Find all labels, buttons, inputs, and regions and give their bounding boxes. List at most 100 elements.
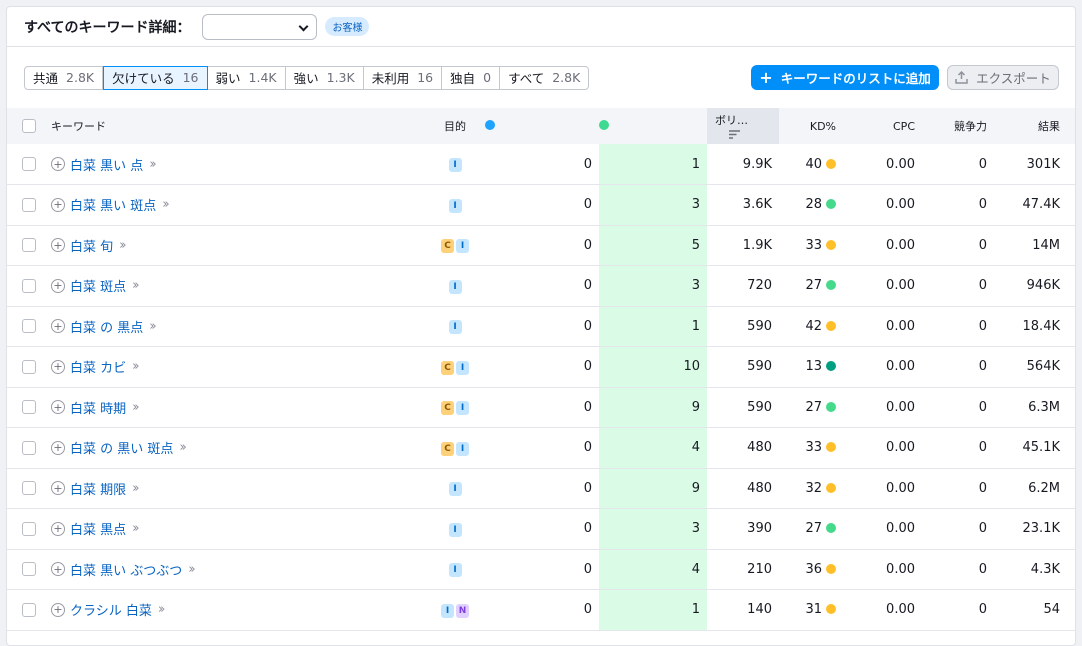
results-cell: 946K	[1026, 278, 1060, 294]
kd-cell: 27	[779, 387, 850, 428]
filter-tab-4[interactable]: 未利用 16	[364, 66, 443, 89]
double-chevron-right-icon[interactable]: ››	[132, 521, 140, 536]
double-chevron-right-icon[interactable]: ››	[149, 157, 157, 172]
domain2-position: 1	[599, 306, 707, 347]
panel-title: すべてのキーワード詳細：	[24, 19, 191, 36]
row-checkbox[interactable]	[22, 238, 36, 253]
domain2-dot	[599, 119, 609, 130]
filter-tab-2[interactable]: 弱い 1.4K	[208, 66, 286, 89]
add-to-keyword-list-button[interactable]: + キーワードのリストに追加	[751, 65, 939, 90]
domain-dropdown[interactable]	[202, 13, 318, 40]
filter-count: 2.8K	[552, 70, 581, 85]
add-keyword-icon[interactable]: +	[51, 481, 65, 496]
row-checkbox[interactable]	[22, 319, 36, 334]
double-chevron-right-icon[interactable]: ››	[132, 278, 140, 293]
cpc-cell: 0.00	[886, 197, 915, 213]
cpc-cell: 0.00	[886, 440, 915, 456]
results-cell: 6.2M	[1028, 480, 1060, 496]
add-keyword-icon[interactable]: +	[51, 278, 65, 293]
double-chevron-right-icon[interactable]: ››	[149, 319, 157, 334]
add-keyword-icon[interactable]: +	[51, 238, 65, 253]
volume-cell: 140	[747, 602, 772, 618]
keyword-link[interactable]: 白菜 旬	[70, 236, 113, 255]
intent-cell: I	[431, 549, 479, 590]
row-checkbox[interactable]	[22, 440, 36, 455]
keyword-link[interactable]: 白菜 時期	[70, 398, 126, 417]
column-header-cpc[interactable]: CPC	[850, 108, 922, 144]
keyword-link[interactable]: クラシル 白菜	[70, 600, 152, 619]
double-chevron-right-icon[interactable]: ››	[119, 238, 127, 253]
double-chevron-right-icon[interactable]: ››	[162, 197, 170, 212]
select-all-checkbox[interactable]	[22, 119, 36, 133]
export-button[interactable]: エクスポート	[947, 65, 1059, 90]
row-checkbox[interactable]	[22, 359, 36, 374]
add-keyword-icon[interactable]: +	[51, 359, 65, 374]
double-chevron-right-icon[interactable]: ››	[158, 602, 166, 617]
row-checkbox[interactable]	[22, 197, 36, 212]
row-checkbox[interactable]	[22, 481, 36, 496]
double-chevron-right-icon[interactable]: ››	[179, 440, 187, 455]
double-chevron-right-icon[interactable]: ››	[188, 562, 196, 577]
keyword-link[interactable]: 白菜 の 黒点	[70, 317, 143, 336]
keyword-link[interactable]: 白菜 黒点	[70, 519, 126, 538]
add-keyword-icon[interactable]: +	[51, 602, 65, 617]
keyword-link[interactable]: 白菜 黒い ぶつぶつ	[70, 560, 182, 579]
row-checkbox[interactable]	[22, 602, 36, 617]
volume-cell: 590	[747, 318, 772, 334]
add-keyword-icon[interactable]: +	[51, 197, 65, 212]
row-checkbox[interactable]	[22, 278, 36, 293]
volume-cell: 480	[747, 480, 772, 496]
kd-cell: 32	[779, 468, 850, 509]
keyword-link[interactable]: 白菜 黒い 斑点	[70, 195, 156, 214]
domain1-dot	[485, 119, 495, 130]
column-header-competition[interactable]: 競争力	[922, 108, 994, 144]
competition-cell: 0	[978, 561, 987, 577]
add-keyword-icon[interactable]: +	[51, 319, 65, 334]
kd-dot	[826, 523, 836, 534]
double-chevron-right-icon[interactable]: ››	[132, 400, 140, 415]
keyword-link[interactable]: 白菜 カビ	[70, 357, 126, 376]
intent-badge-I: I	[456, 360, 469, 375]
row-checkbox[interactable]	[22, 562, 36, 577]
domain2-position: 4	[599, 427, 707, 468]
row-checkbox[interactable]	[22, 521, 36, 536]
add-keyword-icon[interactable]: +	[51, 400, 65, 415]
keyword-link[interactable]: 白菜 斑点	[70, 276, 126, 295]
keyword-link[interactable]: 白菜 の 黒い 斑点	[70, 438, 173, 457]
keyword-link[interactable]: 白菜 黒い 点	[70, 155, 143, 174]
add-keyword-icon[interactable]: +	[51, 521, 65, 536]
kd-dot	[826, 280, 836, 291]
double-chevron-right-icon[interactable]: ››	[132, 359, 140, 374]
add-keyword-icon[interactable]: +	[51, 157, 65, 171]
kd-value: 27	[805, 521, 822, 537]
chevron-down-icon	[299, 21, 309, 31]
sort-icon	[729, 129, 740, 139]
filter-tab-5[interactable]: 独自 0	[442, 66, 501, 89]
column-header-keyword[interactable]: キーワード	[51, 108, 431, 144]
filter-tab-3[interactable]: 強い 1.3K	[286, 66, 364, 89]
table-row: + 白菜 黒い 斑点 ›› I 0 3 3.6K 28 0.00 0 47.4K	[7, 184, 1075, 225]
intent-badge-I: I	[448, 563, 462, 578]
column-header-domain1[interactable]	[479, 108, 599, 144]
domain1-position: 0	[583, 561, 592, 577]
keyword-link[interactable]: 白菜 期限	[70, 479, 126, 498]
filter-tab-6[interactable]: すべて 2.8K	[500, 67, 588, 89]
column-header-results[interactable]: 結果	[994, 108, 1075, 144]
column-header-intent[interactable]: 目的	[431, 108, 479, 144]
customer-badge: お客様	[325, 17, 370, 36]
row-checkbox[interactable]	[22, 400, 36, 415]
add-keyword-icon[interactable]: +	[51, 562, 65, 577]
intent-badge-C: C	[441, 401, 454, 416]
column-header-volume[interactable]: ボリ…	[707, 108, 779, 144]
filter-tab-1[interactable]: 欠けている 16	[103, 65, 208, 90]
filter-tab-0[interactable]: 共通 2.8K	[25, 66, 104, 89]
panel-header: すべてのキーワード詳細： お客様	[7, 7, 1075, 47]
column-header-domain2[interactable]	[599, 108, 707, 144]
intent-cell: I	[431, 509, 479, 550]
column-header-kd[interactable]: KD%	[779, 108, 850, 144]
domain2-position: 9	[599, 468, 707, 509]
double-chevron-right-icon[interactable]: ››	[132, 481, 140, 496]
row-checkbox[interactable]	[22, 157, 36, 171]
add-keyword-icon[interactable]: +	[51, 440, 65, 455]
domain1-position: 0	[583, 237, 592, 253]
